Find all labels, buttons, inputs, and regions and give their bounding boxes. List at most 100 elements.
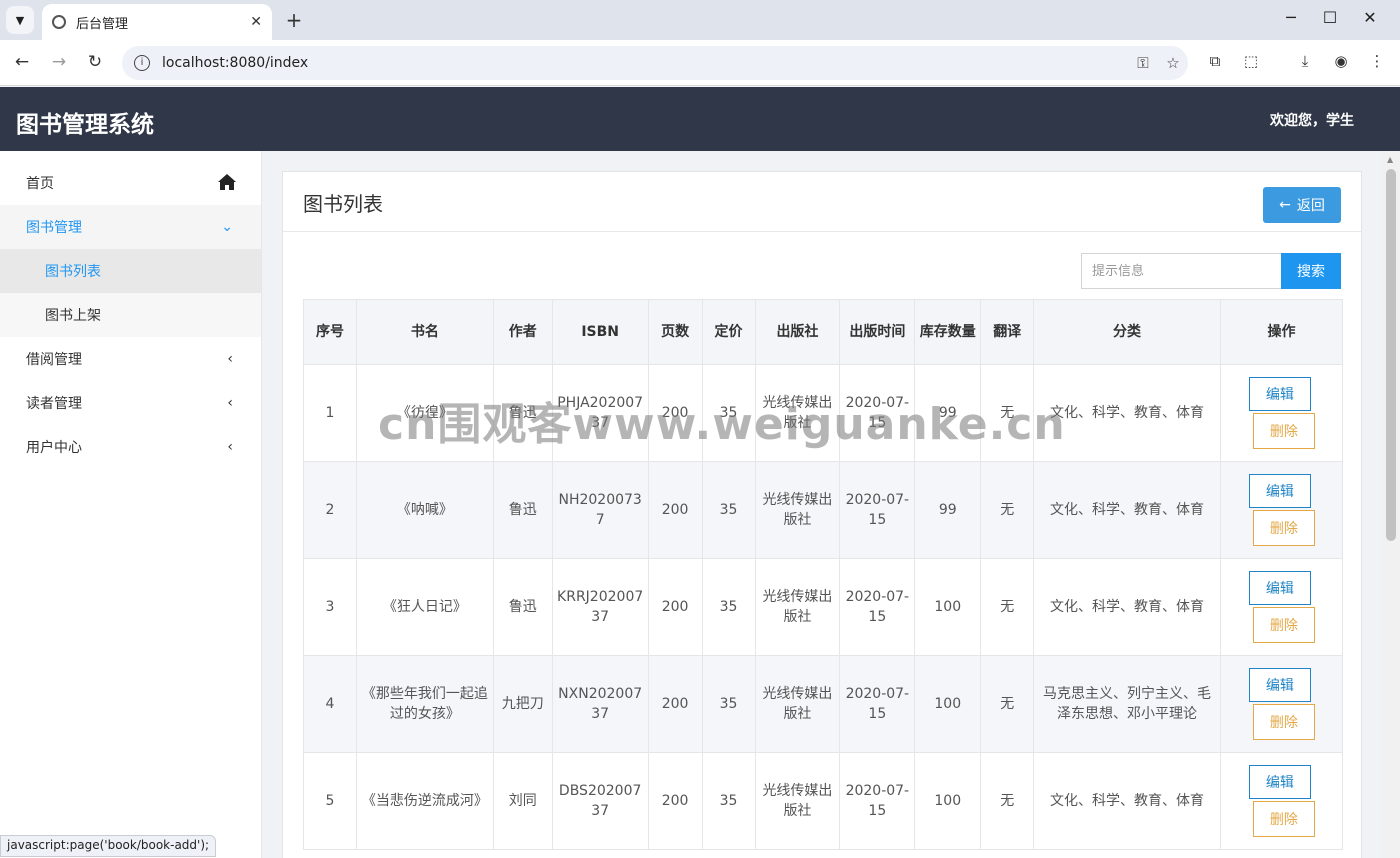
cell-publisher: 光线传媒出版社 (754, 558, 841, 656)
delete-button[interactable]: 删除 (1252, 510, 1315, 546)
cell-name: 《狂人日记》 (355, 558, 494, 656)
cell-pages: 200 (647, 558, 703, 656)
cell-pages: 200 (647, 752, 703, 850)
cell-author: 九把刀 (492, 655, 553, 753)
welcome-text[interactable]: 欢迎您，学生 (1270, 110, 1354, 130)
address-bar[interactable]: i localhost:8080/index ⚿ ☆ (122, 46, 1188, 80)
edit-button[interactable]: 编辑 (1248, 571, 1311, 605)
cell-no: 5 (303, 752, 357, 850)
cell-date: 2020-07-15 (839, 558, 916, 656)
page-scrollbar[interactable]: ▲ (1382, 151, 1400, 858)
cell-no: 4 (303, 655, 357, 753)
tab-search-button[interactable]: ▼ (6, 6, 34, 34)
book-submenu: 图书列表 图书上架 (0, 249, 261, 337)
browser-toolbar: ← → ↻ i localhost:8080/index ⚿ ☆ ⧉ ⬚ ⤓ ◉… (0, 40, 1400, 86)
sidebar-item-book-list[interactable]: 图书列表 (0, 249, 261, 293)
status-bar-link: javascript:page('book/book-add'); (0, 835, 217, 857)
page-title: 图书列表 (303, 192, 383, 216)
book-list-panel: 图书列表 ← 返回 搜索 序号书名作者ISBN页数定价出版社出版时间库存数量翻译… (282, 171, 1362, 858)
cell-actions: 编辑 删除 (1219, 558, 1344, 656)
window-close-icon[interactable]: ✕ (1355, 8, 1385, 27)
panel-header: 图书列表 ← 返回 (283, 172, 1361, 232)
extensions-icon[interactable]: ⬚ (1238, 52, 1264, 70)
header-col-category: 分类 (1033, 299, 1221, 365)
sidebar-item-borrow-mgmt[interactable]: 借阅管理 ‹ (0, 337, 261, 381)
scroll-thumb[interactable] (1386, 169, 1396, 541)
forward-arrow-icon[interactable]: → (47, 52, 71, 72)
sidebar-item-label: 用户中心 (26, 440, 82, 456)
key-icon[interactable]: ⚿ (1128, 54, 1158, 72)
scroll-up-icon[interactable]: ▲ (1387, 155, 1393, 164)
close-icon[interactable]: ✕ (250, 14, 262, 30)
cell-actions: 编辑 删除 (1219, 752, 1344, 850)
app-header: 图书管理系统 欢迎您，学生 (0, 87, 1400, 151)
back-button[interactable]: ← 返回 (1263, 187, 1341, 223)
edit-button[interactable]: 编辑 (1248, 765, 1311, 799)
sidebar-item-book-add[interactable]: 图书上架 (0, 293, 261, 337)
url-text[interactable]: localhost:8080/index (162, 55, 1128, 71)
tab-title: 后台管理 (76, 16, 129, 32)
crop-icon[interactable]: ⧉ (1202, 52, 1228, 70)
minimize-icon[interactable]: ─ (1276, 8, 1306, 27)
search-input[interactable] (1081, 253, 1281, 289)
more-menu-icon[interactable]: ⋮ (1364, 52, 1390, 70)
cell-translate: 无 (980, 655, 1035, 753)
cell-translate: 无 (980, 558, 1035, 656)
search-bar: 搜索 (1081, 253, 1341, 289)
sidebar-item-reader-mgmt[interactable]: 读者管理 ‹ (0, 381, 261, 425)
cell-publisher: 光线传媒出版社 (754, 461, 841, 559)
search-button[interactable]: 搜索 (1281, 253, 1341, 289)
profile-icon[interactable]: ◉ (1328, 52, 1354, 70)
sidebar-item-label: 图书上架 (45, 308, 101, 324)
sidebar-item-book-mgmt[interactable]: 图书管理 ⌄ (0, 205, 261, 249)
edit-button[interactable]: 编辑 (1248, 377, 1311, 411)
download-icon[interactable]: ⤓ (1292, 52, 1318, 70)
browser-tab[interactable]: 后台管理 ✕ (42, 4, 272, 40)
home-icon (218, 174, 236, 190)
cell-name: 《那些年我们一起追过的女孩》 (355, 655, 494, 753)
cell-actions: 编辑 删除 (1219, 461, 1344, 559)
cell-date: 2020-07-15 (839, 461, 916, 559)
cell-isbn: NXN20200737 (551, 655, 649, 753)
site-info-icon[interactable]: i (134, 55, 150, 71)
back-button-label: 返回 (1296, 198, 1325, 214)
sidebar-item-home[interactable]: 首页 (0, 161, 261, 205)
cell-price: 35 (701, 558, 756, 656)
cell-no: 3 (303, 558, 357, 656)
cell-price: 35 (701, 655, 756, 753)
edit-button[interactable]: 编辑 (1248, 474, 1311, 508)
cell-stock: 99 (914, 461, 982, 559)
delete-button[interactable]: 删除 (1252, 413, 1315, 449)
sidebar-item-label: 图书列表 (45, 264, 101, 280)
header-col-date: 出版时间 (839, 299, 916, 365)
reload-icon[interactable]: ↻ (83, 52, 107, 72)
new-tab-button[interactable]: + (284, 8, 304, 32)
chevron-down-icon: ⌄ (221, 219, 233, 235)
delete-button[interactable]: 删除 (1252, 801, 1315, 837)
cell-name: 《当悲伤逆流成河》 (355, 752, 494, 850)
sidebar: 首页 图书管理 ⌄ 图书列表 图书上架 借阅管理 ‹ 读者管理 ‹ 用户中心 ‹ (0, 151, 262, 858)
delete-button[interactable]: 删除 (1252, 607, 1315, 643)
table-row: 5 《当悲伤逆流成河》 刘同 DBS20200737 200 35 光线传媒出版社 2020-… (303, 752, 1344, 850)
cell-date: 2020-07-15 (839, 752, 916, 850)
app-title: 图书管理系统 (16, 112, 154, 138)
cell-pages: 200 (647, 461, 703, 559)
cell-stock: 100 (914, 558, 982, 656)
header-col-name: 书名 (355, 299, 494, 365)
table-header-row: 序号 书名 作者 ISBN 页数 定价 出版社 出版时间 库存数量 翻译 分类 操作 (303, 299, 1344, 365)
header-col-author: 作者 (492, 299, 553, 365)
header-col-no: 序号 (303, 299, 357, 365)
edit-button[interactable]: 编辑 (1248, 668, 1311, 702)
cell-isbn: DBS20200737 (551, 752, 649, 850)
header-col-translate: 翻译 (980, 299, 1035, 365)
header-col-price: 定价 (701, 299, 756, 365)
cell-no: 2 (303, 461, 357, 559)
delete-button[interactable]: 删除 (1252, 704, 1315, 740)
cell-isbn: KRRJ20200737 (551, 558, 649, 656)
maximize-icon[interactable]: ☐ (1315, 8, 1345, 27)
cell-actions: 编辑 删除 (1219, 655, 1344, 753)
back-arrow-icon[interactable]: ← (10, 52, 34, 72)
sidebar-item-user-center[interactable]: 用户中心 ‹ (0, 425, 261, 469)
star-icon[interactable]: ☆ (1158, 54, 1188, 72)
cell-translate: 无 (980, 461, 1035, 559)
